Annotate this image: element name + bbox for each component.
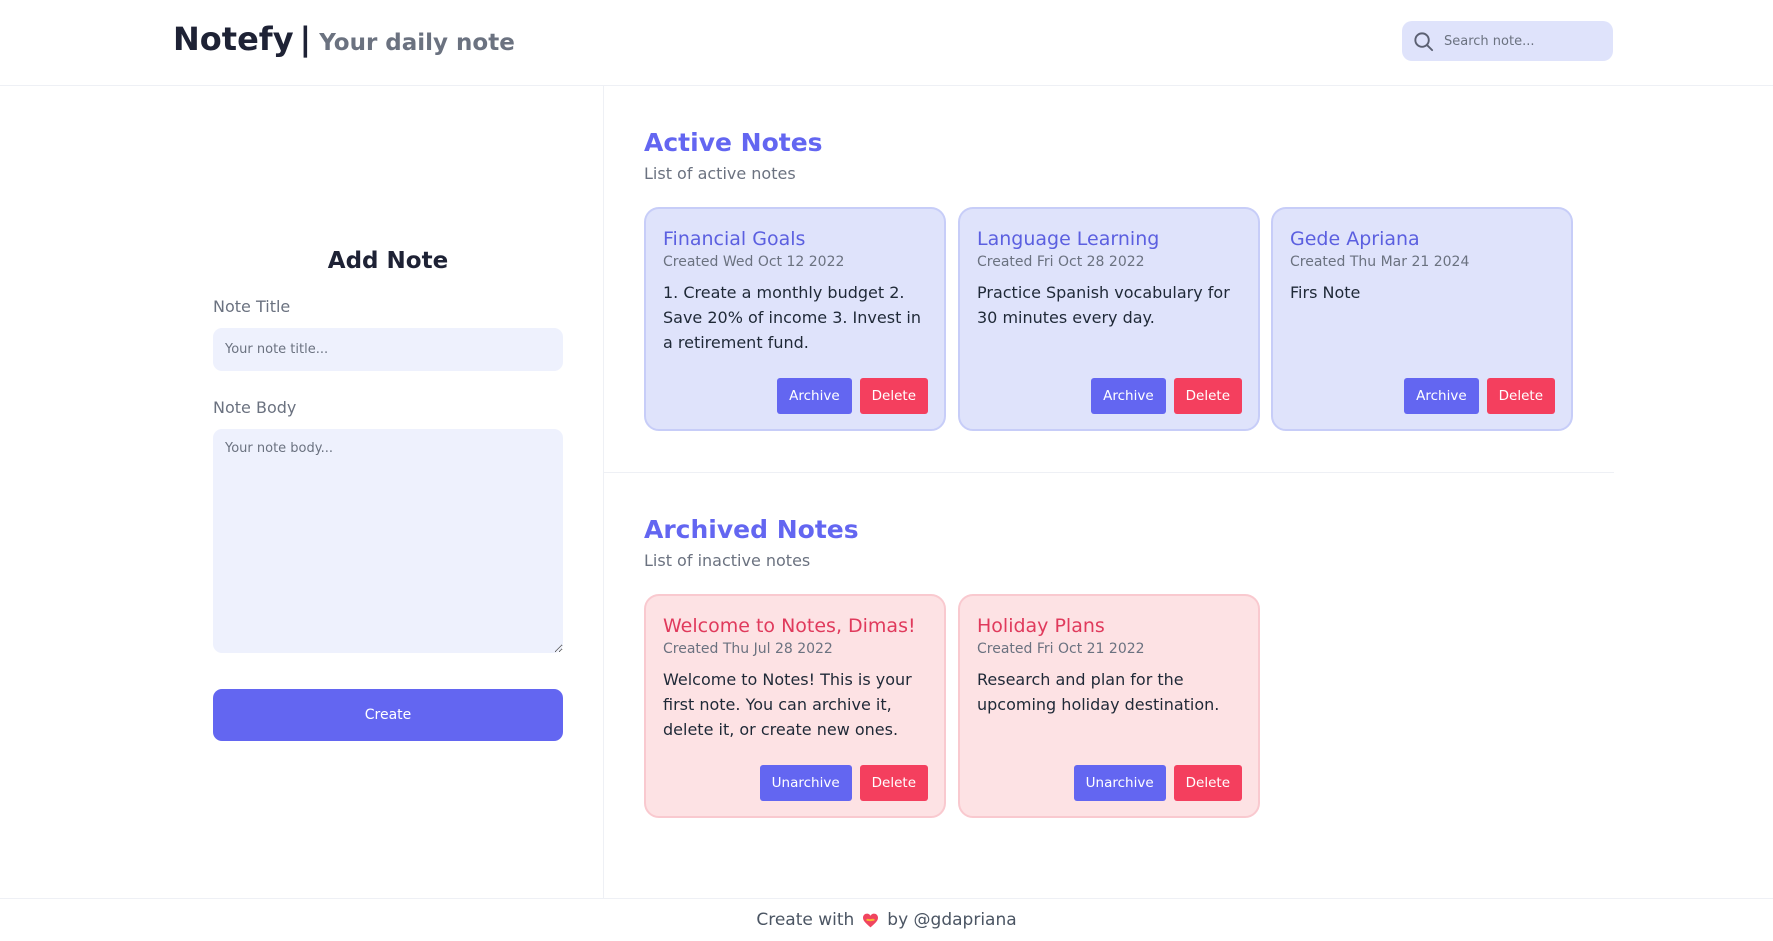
note-actions: Archive Delete: [1091, 378, 1242, 414]
archive-button[interactable]: Archive: [777, 378, 852, 414]
column-divider: [603, 86, 604, 898]
app-header: Notefy | Your daily note: [0, 0, 1773, 86]
delete-button[interactable]: Delete: [1173, 765, 1242, 801]
search-box[interactable]: [1402, 21, 1613, 61]
note-card: Gede Apriana Created Thu Mar 21 2024 Fir…: [1271, 207, 1573, 431]
note-actions: Unarchive Delete: [1073, 765, 1242, 801]
add-note-heading: Add Note: [327, 248, 449, 274]
note-title-input[interactable]: [213, 328, 563, 371]
note-actions: Archive Delete: [777, 378, 928, 414]
note-date: Created Thu Mar 21 2024: [1290, 254, 1470, 270]
footer-prefix: Create with: [756, 910, 855, 930]
note-body: Practice Spanish vocabulary for 30 minut…: [977, 283, 1230, 327]
note-title: Financial Goals: [663, 228, 806, 250]
note-date: Created Wed Oct 12 2022: [663, 254, 845, 270]
note-card: Welcome to Notes, Dimas! Created Thu Jul…: [644, 594, 946, 818]
note-body: Welcome to Notes! This is your first not…: [663, 670, 912, 739]
note-date: Created Thu Jul 28 2022: [663, 641, 833, 657]
active-notes-title: Active Notes: [644, 128, 823, 157]
note-date: Created Fri Oct 28 2022: [977, 254, 1145, 270]
note-date: Created Fri Oct 21 2022: [977, 641, 1145, 657]
delete-button[interactable]: Delete: [1486, 378, 1555, 414]
archive-button[interactable]: Archive: [1404, 378, 1479, 414]
heart-icon: [863, 913, 879, 927]
note-body: 1. Create a monthly budget 2. Save 20% o…: [663, 283, 922, 352]
note-card: Holiday Plans Created Fri Oct 21 2022 Re…: [958, 594, 1260, 818]
note-title: Holiday Plans: [977, 615, 1105, 637]
unarchive-button[interactable]: Unarchive: [759, 765, 852, 801]
note-title: Language Learning: [977, 228, 1160, 250]
section-divider: [604, 472, 1614, 473]
delete-button[interactable]: Delete: [859, 378, 928, 414]
archive-button[interactable]: Archive: [1091, 378, 1166, 414]
archived-notes-title: Archived Notes: [644, 515, 859, 544]
note-title-label: Note Title: [213, 297, 291, 316]
delete-button[interactable]: Delete: [859, 765, 928, 801]
note-actions: Archive Delete: [1404, 378, 1555, 414]
brand-name: Notefy: [173, 20, 294, 58]
delete-button[interactable]: Delete: [1173, 378, 1242, 414]
create-button[interactable]: Create: [213, 689, 563, 741]
note-body-label: Note Body: [213, 398, 297, 417]
note-card: Financial Goals Created Wed Oct 12 2022 …: [644, 207, 946, 431]
footer-suffix: by @gdapriana: [887, 910, 1017, 930]
search-icon: [1414, 31, 1434, 51]
archived-notes-subtitle: List of inactive notes: [644, 551, 811, 570]
brand-separator: |: [299, 20, 312, 58]
search-input[interactable]: [1444, 33, 1604, 49]
note-body: Research and plan for the upcoming holid…: [977, 670, 1220, 714]
active-notes-subtitle: List of active notes: [644, 164, 796, 183]
note-card: Language Learning Created Fri Oct 28 202…: [958, 207, 1260, 431]
brand: Notefy | Your daily note: [173, 20, 515, 58]
note-body: Firs Note: [1290, 283, 1361, 302]
note-actions: Unarchive Delete: [759, 765, 928, 801]
unarchive-button[interactable]: Unarchive: [1073, 765, 1166, 801]
note-body-input[interactable]: [213, 429, 563, 653]
note-title: Welcome to Notes, Dimas!: [663, 615, 916, 637]
note-title: Gede Apriana: [1290, 228, 1420, 250]
brand-tagline: Your daily note: [319, 30, 515, 56]
app-footer: Create with by @gdapriana: [0, 898, 1773, 941]
